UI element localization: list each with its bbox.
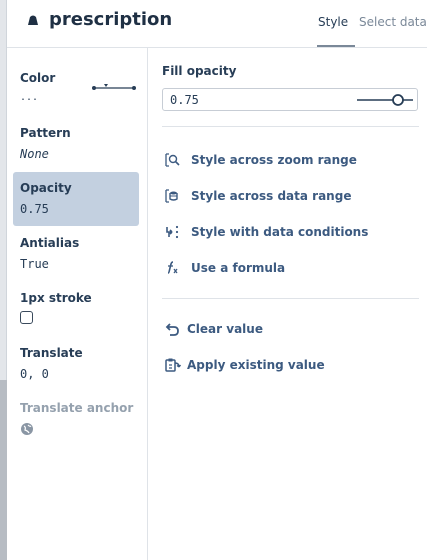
opacity-slider[interactable] bbox=[355, 94, 415, 106]
property-value: True bbox=[20, 257, 49, 271]
layer-name: prescription bbox=[49, 9, 173, 30]
formula-icon bbox=[167, 261, 178, 274]
data-conditions-button[interactable]: Style with data conditions bbox=[164, 223, 368, 241]
zoom-range-icon bbox=[165, 153, 180, 167]
opacity-input[interactable]: 0.75 bbox=[162, 88, 418, 111]
property-label: Translate anchor bbox=[20, 401, 134, 415]
paste-value-icon bbox=[165, 358, 182, 372]
action-label: Style across zoom range bbox=[191, 153, 357, 167]
action-label: Use a formula bbox=[191, 261, 286, 275]
opacity-input-value: 0.75 bbox=[170, 93, 199, 107]
property-label: Pattern bbox=[20, 126, 71, 140]
opacity-editor-panel: Fill opacity 0.75 Style across zoom rang… bbox=[149, 48, 427, 560]
panel-title: Fill opacity bbox=[162, 64, 237, 78]
active-tab-indicator bbox=[317, 45, 355, 47]
tab-style[interactable]: Style bbox=[318, 15, 348, 29]
property-sidebar: Color ... Pattern None Opacity 0.75 Anti… bbox=[7, 48, 148, 560]
action-label: Style across data range bbox=[191, 189, 352, 203]
data-conditions-icon bbox=[166, 225, 179, 239]
property-label: Translate bbox=[20, 346, 83, 360]
stroke-checkbox[interactable] bbox=[20, 311, 33, 324]
property-label: Opacity bbox=[20, 181, 72, 195]
divider bbox=[162, 126, 419, 127]
tab-select-data[interactable]: Select data bbox=[359, 15, 427, 29]
globe-icon bbox=[21, 423, 33, 435]
formula-button[interactable]: Use a formula bbox=[164, 259, 285, 277]
data-range-icon bbox=[165, 189, 178, 203]
left-edge-shadow bbox=[0, 380, 7, 560]
property-antialias[interactable]: Antialias True bbox=[13, 227, 139, 281]
property-translate[interactable]: Translate 0, 0 bbox=[13, 337, 139, 391]
zoom-range-button[interactable]: Style across zoom range bbox=[164, 151, 357, 169]
color-ramp-icon bbox=[92, 84, 136, 90]
property-value: ... bbox=[20, 92, 39, 103]
undo-icon bbox=[165, 323, 179, 336]
layer-header: prescription Style Select data bbox=[7, 0, 427, 48]
left-edge-panel bbox=[0, 0, 7, 560]
property-value: 0.75 bbox=[20, 202, 49, 216]
property-value: None bbox=[20, 147, 49, 161]
property-translate-anchor[interactable]: Translate anchor bbox=[13, 392, 139, 446]
property-label: 1px stroke bbox=[20, 291, 92, 305]
property-pattern[interactable]: Pattern None bbox=[13, 117, 139, 171]
action-label: Clear value bbox=[187, 322, 263, 336]
property-1px-stroke[interactable]: 1px stroke bbox=[13, 282, 139, 336]
data-range-button[interactable]: Style across data range bbox=[164, 187, 351, 205]
property-opacity[interactable]: Opacity 0.75 bbox=[13, 172, 139, 226]
property-color[interactable]: Color ... bbox=[13, 62, 139, 116]
action-label: Apply existing value bbox=[187, 358, 325, 372]
divider bbox=[162, 298, 419, 299]
property-value: 0, 0 bbox=[20, 367, 49, 381]
action-label: Style with data conditions bbox=[191, 225, 369, 239]
clear-value-button[interactable]: Clear value bbox=[164, 320, 263, 338]
apply-existing-value-button[interactable]: Apply existing value bbox=[164, 356, 325, 374]
fill-layer-icon bbox=[28, 15, 38, 25]
property-label: Antialias bbox=[20, 236, 80, 250]
